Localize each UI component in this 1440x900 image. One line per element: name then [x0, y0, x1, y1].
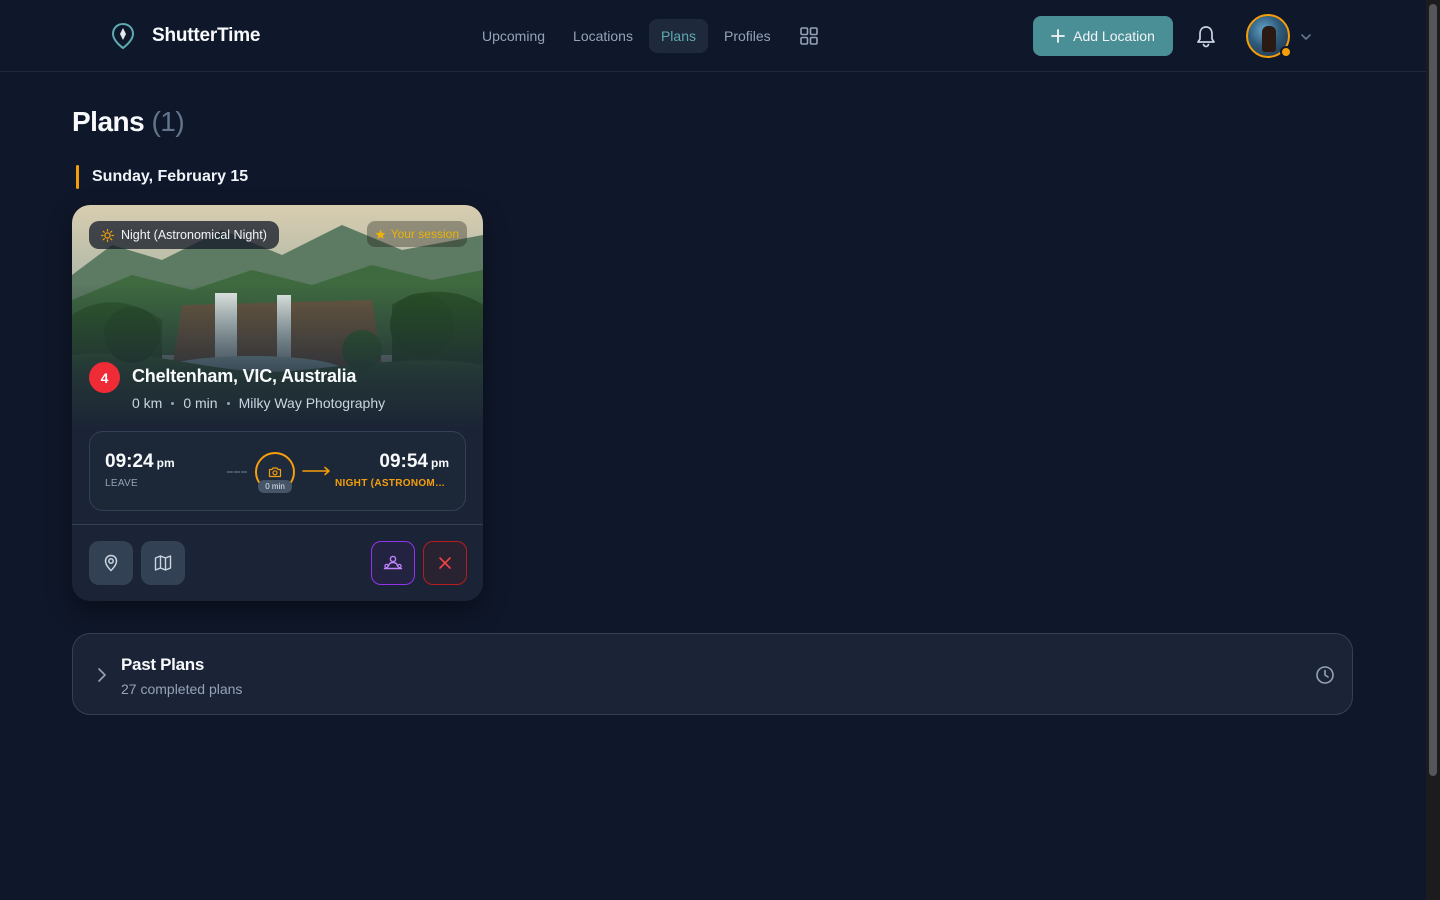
bell-icon[interactable] — [1195, 24, 1217, 48]
arrive-time-suffix: pm — [431, 456, 449, 470]
nav-profiles[interactable]: Profiles — [712, 19, 783, 53]
date-accent-bar — [76, 165, 79, 189]
add-location-button[interactable]: Add Location — [1033, 16, 1173, 56]
page-title-text: Plans — [72, 106, 145, 137]
past-plans-section[interactable]: Past Plans 27 completed plans — [72, 633, 1353, 715]
nav-locations[interactable]: Locations — [561, 19, 645, 53]
distance: 0 km — [132, 395, 163, 411]
date-group-header: Sunday, February 15 — [76, 165, 248, 189]
leave-time-suffix: pm — [156, 456, 175, 470]
location-meta: 0 km 0 min Milky Way Photography — [132, 395, 385, 411]
travel-time: 0 min — [183, 395, 218, 411]
arrow-right-icon — [302, 466, 330, 476]
sun-icon — [101, 228, 114, 242]
add-location-label: Add Location — [1073, 28, 1155, 44]
plan-rank-badge: 4 — [89, 362, 120, 393]
leave-time: 09:24 pm — [105, 451, 175, 473]
meta-separator — [226, 401, 230, 405]
app-logo[interactable]: ShutterTime — [110, 22, 261, 50]
close-icon — [439, 557, 451, 569]
top-header: ShutterTime Upcoming Locations Plans Pro… — [0, 0, 1426, 72]
nav-plans[interactable]: Plans — [648, 19, 708, 53]
session-tag-label: Your session — [390, 227, 459, 241]
open-map-button[interactable] — [141, 541, 185, 585]
sun-phase-label: Night (Astronomical Night) — [121, 228, 267, 242]
main-nav: Upcoming Locations Plans Profiles — [470, 18, 827, 54]
leave-label: LEAVE — [105, 478, 138, 489]
users-icon — [383, 555, 403, 570]
page-title: Plans (1) — [72, 106, 185, 138]
travel-dash-line — [227, 471, 247, 473]
remove-plan-button[interactable] — [423, 541, 467, 585]
photo-category: Milky Way Photography — [238, 395, 386, 411]
location-pin-logo-icon — [111, 22, 135, 50]
app-name: ShutterTime — [152, 25, 261, 46]
view-location-button[interactable] — [89, 541, 133, 585]
leave-time-value: 09:24 — [105, 451, 154, 472]
star-icon — [375, 229, 386, 239]
clock-icon — [1316, 666, 1334, 684]
plus-icon — [1051, 29, 1066, 43]
nav-upcoming[interactable]: Upcoming — [470, 19, 557, 53]
grid-icon[interactable] — [791, 18, 827, 54]
timeline-box: 09:24 pm LEAVE 0 min 09:54 pm NIGHT (ASTRO… — [89, 431, 466, 511]
map-pin-icon — [104, 554, 118, 572]
meta-separator — [171, 401, 175, 405]
chevron-down-icon[interactable] — [1299, 30, 1313, 44]
page-scrollbar[interactable] — [1426, 0, 1440, 900]
arrive-time: 09:54 pm — [379, 451, 449, 473]
shoot-duration: 0 min — [258, 480, 292, 493]
share-team-button[interactable] — [371, 541, 415, 585]
session-tag: Your session — [366, 221, 467, 247]
arrive-time-value: 09:54 — [379, 451, 428, 472]
plans-count: (1) — [151, 106, 185, 137]
past-plans-count: 27 completed plans — [121, 681, 243, 697]
chevron-right-icon — [98, 668, 106, 682]
map-icon — [154, 555, 172, 571]
card-divider — [72, 524, 483, 525]
avatar-photo — [1262, 26, 1276, 52]
location-name[interactable]: Cheltenham, VIC, Australia — [132, 366, 356, 387]
avatar-status-badge — [1280, 46, 1292, 58]
arrive-phase-label: NIGHT (ASTRONOMICAL NIGHT) — [335, 478, 447, 489]
past-plans-title: Past Plans — [121, 655, 204, 674]
scrollbar-thumb[interactable] — [1429, 4, 1437, 776]
plan-card[interactable]: Night (Astronomical Night) Your session … — [72, 205, 483, 601]
sun-phase-badge: Night (Astronomical Night) — [89, 221, 279, 249]
date-heading: Sunday, February 15 — [92, 168, 249, 185]
user-avatar-button[interactable] — [1246, 14, 1292, 60]
